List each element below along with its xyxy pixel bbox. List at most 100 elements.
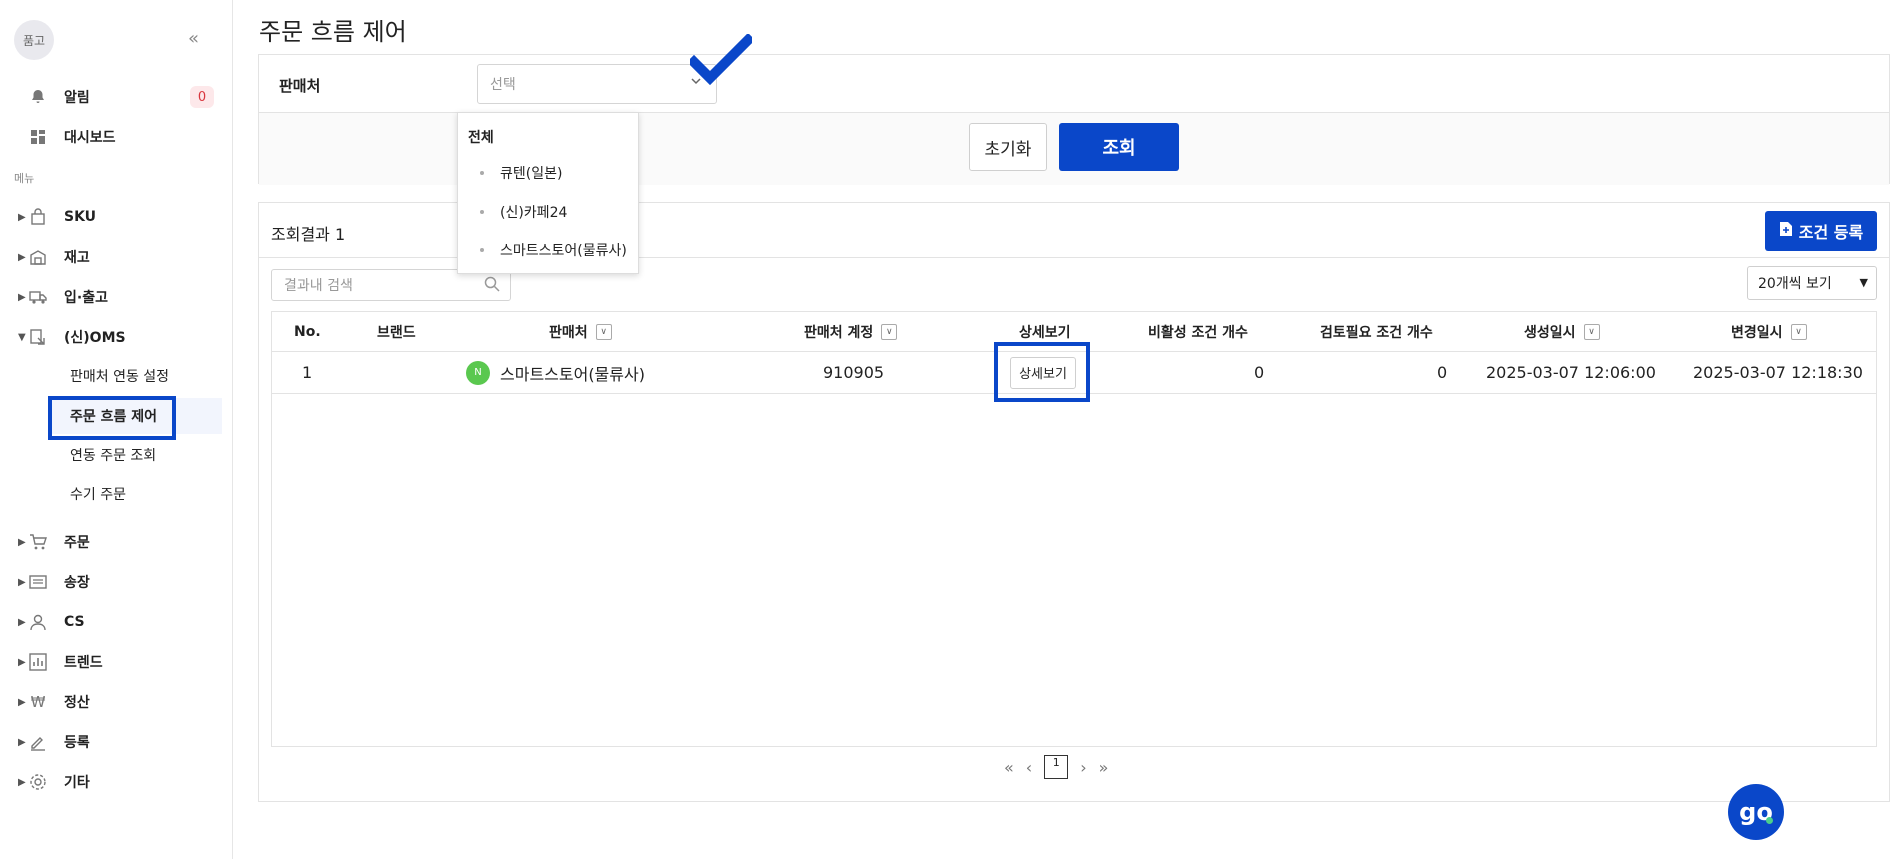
sidebar-item-orders[interactable]: ▶ 주문: [0, 524, 232, 560]
sidebar-subitem-linked-order-lookup[interactable]: 연동 주문 조회: [48, 437, 222, 473]
column-header-updated[interactable]: 변경일시 ∨: [1731, 312, 1807, 351]
search-button[interactable]: 조회: [1059, 123, 1179, 171]
reset-button[interactable]: 초기화: [969, 123, 1047, 171]
add-document-icon: [1779, 221, 1793, 241]
first-page-icon[interactable]: «: [1004, 758, 1014, 777]
bar-chart-icon: [28, 652, 48, 672]
cart-icon: [28, 532, 48, 552]
caret-down-icon: ▼: [1859, 276, 1868, 289]
sort-chevron-icon[interactable]: ∨: [1583, 323, 1600, 340]
column-header-label: 판매처 계정: [804, 324, 874, 341]
next-page-icon[interactable]: ›: [1080, 758, 1086, 777]
sidebar-item-oms[interactable]: ▼ (신)OMS: [0, 319, 232, 355]
dropdown-option-label: (신)카페24: [500, 205, 568, 221]
cell-created: 2025-03-07 12:06:00: [1486, 363, 1656, 382]
sidebar-item-trend[interactable]: ▶ 트렌드: [0, 644, 232, 680]
results-panel: 조회결과 1 조건 등록 결과내 검색 20개씩 보기 ▼ No. 브랜드 판매…: [258, 202, 1890, 802]
page-number-current[interactable]: 1: [1044, 755, 1069, 779]
sidebar-item-label: 입·출고: [64, 290, 108, 306]
sidebar-item-stock[interactable]: ▶ 재고: [0, 239, 232, 275]
go-chat-button[interactable]: go: [1728, 784, 1784, 840]
sidebar-item-label: (신)OMS: [64, 330, 126, 346]
last-page-icon[interactable]: »: [1099, 758, 1109, 777]
avatar[interactable]: 품고: [14, 20, 54, 60]
prev-page-icon[interactable]: ‹: [1026, 758, 1032, 777]
seller-select-placeholder: 선택: [490, 77, 516, 93]
dropdown-option-label: 큐텐(일본): [500, 166, 563, 182]
expand-arrow-icon: ▶: [18, 211, 26, 223]
dropdown-option-all[interactable]: 전체: [468, 127, 494, 147]
sidebar-item-register[interactable]: ▶ 등록: [0, 724, 232, 760]
sidebar-item-label: 알림: [64, 90, 90, 106]
dashboard-icon: [28, 127, 48, 147]
sidebar-item-label: 기타: [64, 775, 90, 791]
result-search-placeholder: 결과내 검색: [284, 278, 353, 294]
sidebar-item-label: CS: [64, 614, 85, 630]
column-header-seller[interactable]: 판매처 ∨: [549, 312, 612, 351]
sidebar-item-settlement[interactable]: ▶ ₩ 정산: [0, 684, 232, 720]
sidebar: 품고 « 알림 0 대시보드 메뉴 ▶ SKU ▶ 재고 ▶ 입·출고 ▼ (신…: [0, 0, 233, 859]
bullet-icon: [480, 248, 484, 252]
column-header-account[interactable]: 판매처 계정 ∨: [804, 312, 898, 351]
column-header-created[interactable]: 생성일시 ∨: [1524, 312, 1600, 351]
bag-icon: [28, 207, 48, 227]
notification-count-badge: 0: [190, 86, 214, 108]
cell-account: 910905: [823, 363, 885, 382]
expand-arrow-icon: ▶: [18, 251, 26, 263]
sort-chevron-icon[interactable]: ∨: [1790, 323, 1807, 340]
expand-arrow-icon: ▶: [18, 536, 26, 548]
bell-icon: [28, 87, 48, 107]
sidebar-item-label: SKU: [64, 209, 97, 225]
dropdown-option[interactable]: 큐텐(일본): [468, 161, 562, 185]
search-icon[interactable]: [484, 276, 500, 296]
sidebar-item-cs[interactable]: ▶ CS: [0, 604, 232, 640]
pagination: « ‹ 1 › »: [1004, 754, 1108, 780]
sidebar-item-dashboard[interactable]: 대시보드: [0, 119, 232, 155]
sort-chevron-icon[interactable]: ∨: [595, 323, 612, 340]
seller-select[interactable]: 선택: [477, 64, 717, 104]
person-icon: [28, 612, 48, 632]
sidebar-subitem-manual-order[interactable]: 수기 주문: [48, 476, 222, 512]
column-header-label: 생성일시: [1524, 324, 1576, 341]
column-header-no: No.: [294, 323, 321, 340]
seller-dropdown: 전체 큐텐(일본) (신)카페24 스마트스토어(물류사): [457, 112, 639, 274]
sidebar-item-inout[interactable]: ▶ 입·출고: [0, 279, 232, 315]
sidebar-item-sku[interactable]: ▶ SKU: [0, 199, 232, 235]
add-condition-button[interactable]: 조건 등록: [1765, 211, 1877, 251]
seller-filter-label: 판매처: [279, 77, 321, 95]
cell-seller: N 스마트스토어(물류사): [466, 352, 645, 393]
filter-row-seller: 판매처 선택: [259, 55, 1889, 113]
won-icon: ₩: [30, 693, 46, 711]
dropdown-option-label: 스마트스토어(물류사): [500, 243, 627, 259]
highlight-box: [48, 396, 176, 440]
sidebar-item-label: 재고: [64, 250, 90, 266]
dropdown-option[interactable]: (신)카페24: [468, 200, 567, 224]
pencil-icon: [28, 732, 48, 752]
seller-name: 스마트스토어(물류사): [500, 364, 645, 384]
invoice-icon: [28, 572, 48, 592]
warehouse-icon: [28, 247, 48, 267]
column-header-label: 판매처: [549, 324, 588, 341]
sidebar-item-label: 정산: [64, 695, 90, 711]
expand-arrow-icon: ▶: [18, 696, 26, 708]
page-size-select[interactable]: 20개씩 보기 ▼: [1747, 266, 1877, 300]
sidebar-item-invoice[interactable]: ▶ 송장: [0, 564, 232, 600]
dropdown-option[interactable]: 스마트스토어(물류사): [468, 238, 627, 262]
collapse-sidebar-icon[interactable]: «: [188, 28, 199, 49]
collapse-arrow-icon: ▼: [18, 331, 26, 343]
sidebar-subitem-seller-link-settings[interactable]: 판매처 연동 설정: [48, 358, 222, 394]
expand-arrow-icon: ▶: [18, 616, 26, 628]
sidebar-item-label: 등록: [64, 735, 90, 751]
sort-chevron-icon[interactable]: ∨: [881, 323, 898, 340]
truck-icon: [28, 287, 48, 307]
column-header-label: 변경일시: [1731, 324, 1783, 341]
column-header-inactive-count: 비활성 조건 개수: [1148, 324, 1248, 341]
cell-inactive-count: 0: [1254, 363, 1265, 382]
highlight-box: [994, 342, 1090, 402]
expand-arrow-icon: ▶: [18, 776, 26, 788]
results-count: 조회결과 1: [271, 225, 346, 244]
sidebar-item-etc[interactable]: ▶ 기타: [0, 764, 232, 800]
sidebar-item-label: 대시보드: [64, 130, 116, 146]
oms-icon: [28, 327, 48, 347]
expand-arrow-icon: ▶: [18, 736, 26, 748]
